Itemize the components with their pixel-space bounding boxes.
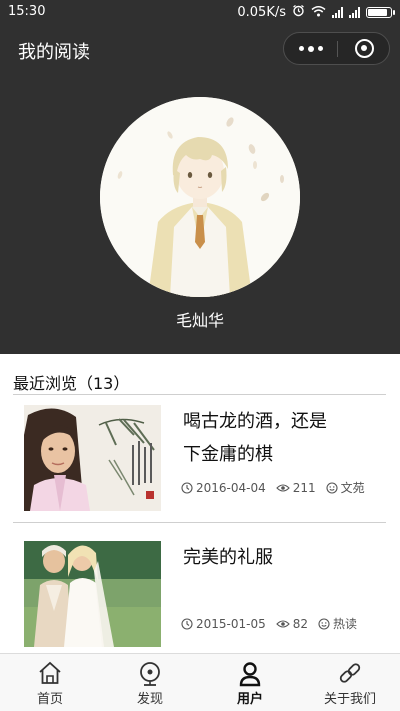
eye-icon xyxy=(275,483,290,492)
status-bar: 15:30 0.05K/s xyxy=(0,0,400,24)
article-title-line: 完美的礼服 xyxy=(183,547,273,568)
tab-about[interactable]: 关于我们 xyxy=(300,654,400,711)
article-source: 文苑 xyxy=(326,479,365,496)
close-button[interactable] xyxy=(338,33,390,64)
article-title-line: 喝古龙的酒，还是 xyxy=(183,411,327,432)
article-date: 2015-01-05 xyxy=(181,617,266,631)
eye-icon xyxy=(275,619,290,628)
tab-label: 发现 xyxy=(136,692,163,707)
article-card[interactable]: 完美的礼服 2015-01-05 82 热读 xyxy=(13,531,386,653)
wifi-icon xyxy=(311,5,326,21)
card-divider xyxy=(13,522,386,523)
clock-icon xyxy=(181,617,193,630)
article-source: 热读 xyxy=(318,615,357,632)
network-speed: 0.05K/s xyxy=(237,5,286,20)
article-views: 211 xyxy=(275,481,316,495)
tab-discover[interactable]: 发现 xyxy=(100,654,200,711)
tab-user[interactable]: 用户 xyxy=(200,654,300,711)
home-icon xyxy=(39,661,61,684)
tab-label: 关于我们 xyxy=(323,692,376,707)
more-dots-icon[interactable] xyxy=(284,33,337,64)
recent-section-title: 最近浏览（13） xyxy=(13,374,130,393)
avatar-illustration xyxy=(100,97,300,297)
signal-icon xyxy=(349,7,360,18)
tab-label: 用户 xyxy=(236,692,263,707)
avatar[interactable] xyxy=(100,97,300,297)
smile-icon xyxy=(326,481,338,494)
user-icon xyxy=(239,662,261,687)
article-meta: 2016-04-04 211 文苑 xyxy=(181,479,375,496)
tab-label: 首页 xyxy=(36,692,63,707)
article-thumbnail xyxy=(24,541,161,647)
status-right: 0.05K/s xyxy=(237,4,395,21)
article-card[interactable]: 喝古龙的酒，还是 下金庸的棋 2016-04-04 211 文苑 xyxy=(13,395,386,522)
clock-icon xyxy=(181,481,193,494)
username: 毛灿华 xyxy=(175,311,224,330)
article-meta: 2015-01-05 82 热读 xyxy=(181,615,367,632)
link-icon xyxy=(339,663,361,683)
signal-icon xyxy=(332,7,343,18)
article-title-line: 下金庸的棋 xyxy=(183,444,273,465)
target-ring-icon xyxy=(354,39,374,58)
miniprogram-capsule xyxy=(283,32,390,65)
alarm-icon xyxy=(292,4,305,21)
article-date: 2016-04-04 xyxy=(181,481,266,495)
discover-icon xyxy=(140,662,160,686)
profile-header: 我的阅读 毛灿华 xyxy=(0,24,400,354)
tab-home[interactable]: 首页 xyxy=(0,654,100,711)
article-thumbnail xyxy=(24,405,161,511)
tab-bar: 首页 发现 用户 关于我们 xyxy=(0,653,400,711)
smile-icon xyxy=(318,617,330,630)
article-title: 喝古龙的酒，还是 下金庸的棋 xyxy=(183,405,373,471)
article-title: 完美的礼服 xyxy=(183,541,373,574)
page-title: 我的阅读 xyxy=(18,42,90,63)
article-views: 82 xyxy=(275,617,308,631)
status-time: 15:30 xyxy=(8,4,46,19)
battery-icon xyxy=(366,7,395,18)
